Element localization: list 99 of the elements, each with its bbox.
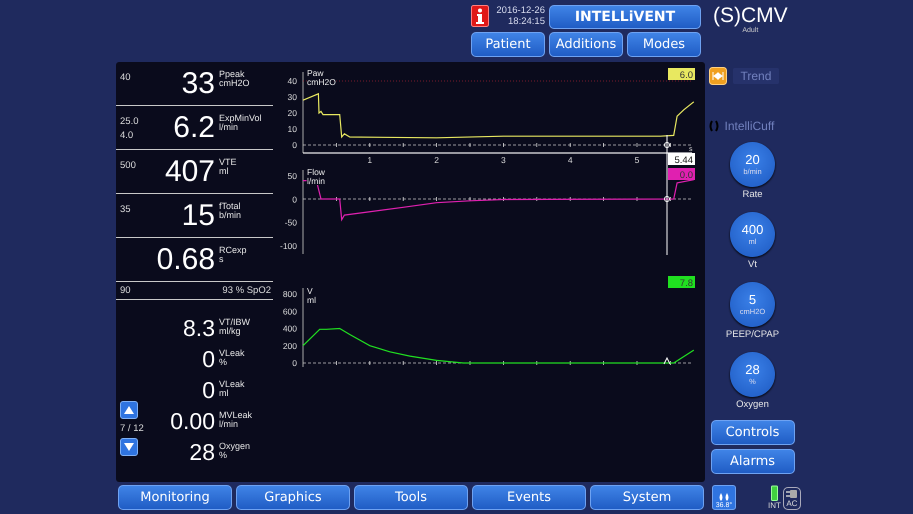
parameter-value: 0.00 <box>169 408 215 432</box>
parameter-unit: s <box>219 255 224 264</box>
waveform-label: Flow <box>307 167 325 177</box>
cursor-line[interactable] <box>664 134 670 256</box>
window-tab[interactable]: Events <box>472 485 586 510</box>
axis-label: 200 <box>282 340 297 351</box>
parameter-name: VLeak <box>219 380 246 389</box>
cursor-time: 5.44 <box>668 153 695 166</box>
waveform-label: Paw <box>307 68 324 78</box>
battery-label: INT <box>768 501 781 510</box>
alarm-limit: 40 <box>120 72 132 83</box>
parameter-unit: l/min <box>219 123 238 132</box>
parameter-value: 407 <box>164 156 215 186</box>
nav-button[interactable]: Additions <box>549 32 623 57</box>
axis-label: 1 <box>367 155 372 165</box>
axis-label: 40 <box>288 76 297 86</box>
tool-label: IntelliCuff <box>724 119 774 133</box>
down-arrow-icon <box>124 443 134 451</box>
alarm-limit: 35 <box>120 204 132 215</box>
parameter-unit: ml/kg <box>219 327 242 336</box>
parameter-unit: ml <box>219 389 230 398</box>
parameter-name: ExpMinVol <box>219 114 263 123</box>
alarm-limit: 25.0 <box>120 116 140 127</box>
parameter-value: 8.3 <box>182 316 215 340</box>
parameter-name: VTE <box>219 158 238 167</box>
axis-label: 0 <box>292 194 297 204</box>
time-text: 18:24:15 <box>508 16 545 27</box>
control-label: PEEP/CPAP <box>726 329 780 340</box>
parameter-name: MVLeak <box>219 411 254 420</box>
parameter-unit: % <box>219 451 228 460</box>
axis-label: 5 <box>634 155 640 165</box>
alarm-limit: 500 <box>120 160 137 171</box>
page-indicator: 7 / 12 <box>120 423 145 434</box>
parameter-value: 28 <box>188 440 215 464</box>
date-text: 2016-12-26 <box>496 5 545 16</box>
bracket-icon <box>708 120 718 132</box>
mode-title: (S)CMV <box>713 5 788 27</box>
parameter-value: 0.68 <box>156 244 215 274</box>
cursor-value: 7.8 <box>668 276 695 289</box>
nav-button[interactable]: Patient <box>471 32 545 57</box>
cursor-value: 0.0 <box>668 168 695 181</box>
window-tab[interactable]: System <box>590 485 704 510</box>
axis-label: 20 <box>288 108 297 118</box>
axis-label: 4 <box>568 155 573 165</box>
axis-label: 50 <box>288 171 297 181</box>
spo2-reading: 93 % SpO2 <box>222 285 271 296</box>
battery-icon <box>770 485 778 501</box>
parameter-value: 0 <box>201 378 215 402</box>
axis-label: 600 <box>282 306 297 316</box>
control-label: Vt <box>748 259 757 270</box>
axis-label: 30 <box>288 92 297 102</box>
parameter-name: VT/IBW <box>219 318 251 327</box>
up-arrow-icon <box>124 406 134 414</box>
cursor-value: 6.0 <box>668 68 695 81</box>
axis-label: 0 <box>292 358 297 368</box>
axis-label: 400 <box>282 324 297 334</box>
panel-button[interactable]: Controls <box>710 420 794 445</box>
droplets-icon <box>718 493 730 502</box>
panel-button[interactable]: Alarms <box>710 449 794 474</box>
parameter-unit: cmH2O <box>219 79 251 88</box>
parameter-name: fTotal <box>219 202 242 211</box>
parameter-name: VLeak <box>219 349 246 358</box>
parameter-value: 33 <box>180 68 215 98</box>
trend-icon[interactable] <box>708 67 726 85</box>
parameter-value: 6.2 <box>172 112 215 142</box>
axis-label: 3 <box>501 155 506 165</box>
window-tab[interactable]: Monitoring <box>118 485 232 510</box>
waveform-unit: ml <box>307 295 316 305</box>
axis-label: 800 <box>282 289 297 299</box>
page-down-button[interactable] <box>120 438 138 456</box>
control-label: Rate <box>742 189 763 200</box>
alarm-limit: 90 <box>120 285 131 296</box>
parameter-name: Oxygen <box>219 442 252 451</box>
cursor-marker <box>664 356 670 364</box>
window-tab[interactable]: Tools <box>354 485 468 510</box>
intellivent-button[interactable]: INTELLiVENT <box>549 5 701 29</box>
alarm-info-icon[interactable] <box>471 5 489 27</box>
mains-indicator: AC <box>782 487 801 510</box>
waveform-unit: cmH2O <box>307 77 336 87</box>
parameter-unit: ml <box>219 167 230 176</box>
axis-label: -50 <box>284 218 297 228</box>
waveform-unit: l/min <box>307 176 325 186</box>
control-label: Oxygen <box>736 399 769 410</box>
window-tab[interactable]: Graphics <box>236 485 350 510</box>
axis-label: -100 <box>280 241 297 251</box>
nav-button[interactable]: Modes <box>627 32 701 57</box>
parameter-unit: l/min <box>219 420 240 429</box>
parameter-name: RCexp <box>219 246 248 255</box>
parameter-unit: % <box>219 358 228 367</box>
axis-label: 0 <box>292 140 297 150</box>
parameter-value: 15 <box>180 200 215 230</box>
parameter-name: Ppeak <box>219 70 246 79</box>
alarm-limit: 4.0 <box>120 130 134 141</box>
axis-label: 10 <box>288 124 297 134</box>
parameter-value: 0 <box>201 346 215 370</box>
waveform-label: V <box>307 286 313 296</box>
parameter-unit: b/min <box>219 211 242 220</box>
axis-label: 2 <box>434 155 439 165</box>
page-up-button[interactable] <box>120 401 138 419</box>
